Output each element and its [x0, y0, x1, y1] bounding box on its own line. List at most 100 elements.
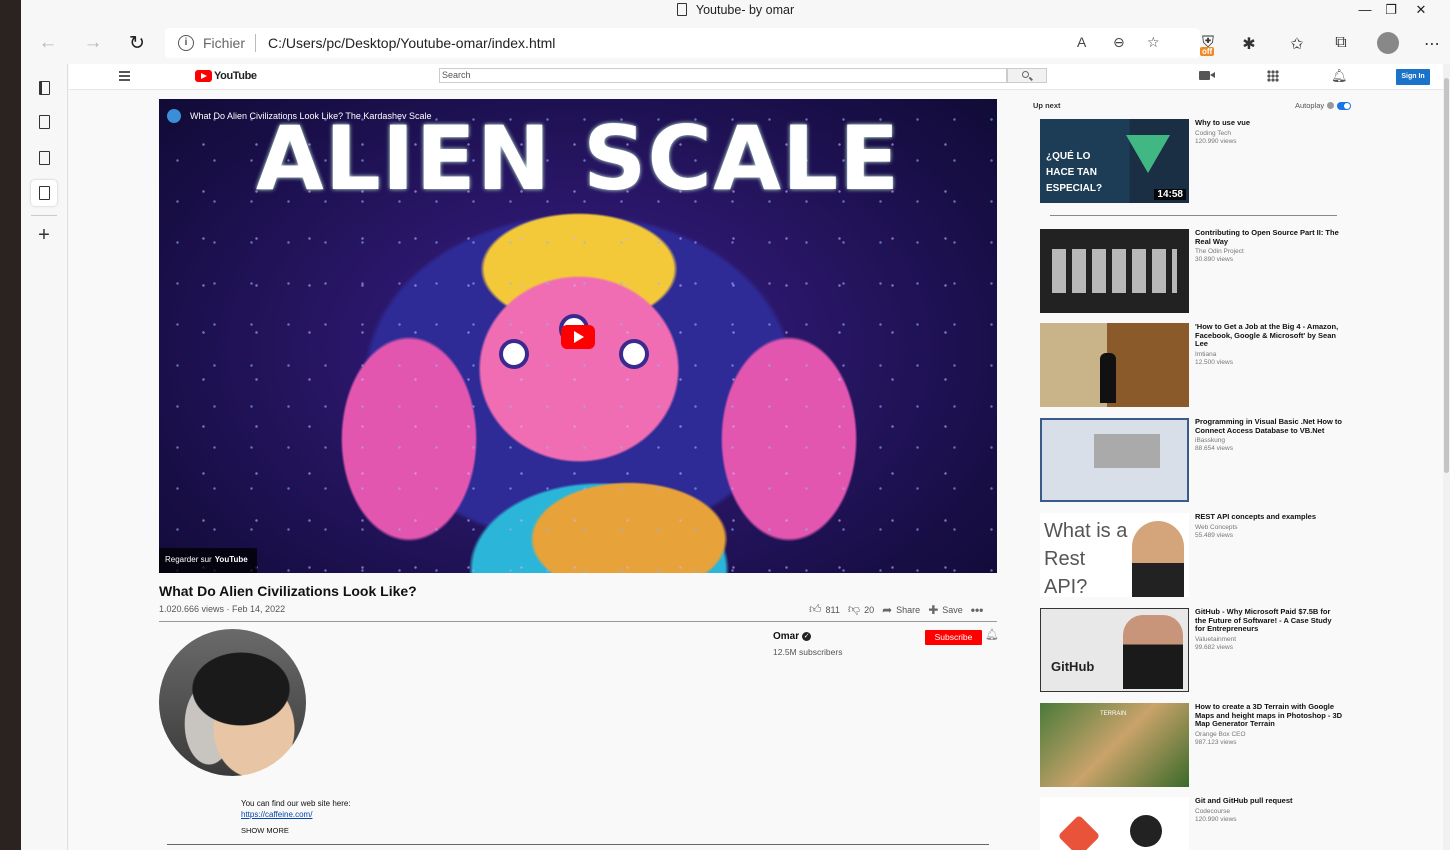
save-button[interactable]: ✚ Save — [928, 603, 963, 617]
thumbs-down-icon: 👎︎ — [847, 602, 861, 616]
recommendation-item[interactable]: 'How to Get a Job at the Big 4 - Amazon,… — [1040, 322, 1343, 409]
recommendation-views: 99.682 views — [1195, 643, 1233, 651]
sign-in-button[interactable]: Sign In — [1396, 69, 1430, 85]
scrollbar-thumb[interactable] — [1444, 78, 1449, 473]
browser-toolbar: ← → ↻ i Fichier C:/Users/pc/Desktop/Yout… — [21, 24, 1450, 64]
embed-title-text: What Do Alien Civilizations Look Like? T… — [190, 111, 432, 121]
git-logo-icon — [1057, 814, 1101, 850]
search-button[interactable] — [1007, 68, 1047, 83]
dislike-button[interactable]: 👎︎ 20 — [848, 602, 874, 617]
embed-title[interactable]: What Do Alien Civilizations Look Like? T… — [167, 109, 431, 123]
restore-button[interactable]: ❐ — [1383, 2, 1399, 18]
recommendation-item[interactable]: Git and GitHub pull request Codecourse 120… — [1040, 796, 1343, 850]
recommendation-thumbnail[interactable] — [1040, 418, 1189, 502]
watch-on-youtube-button[interactable]: Regarder sur YouTube — [159, 548, 257, 573]
forward-arrow-icon[interactable]: → — [82, 32, 104, 54]
thumbnail-text: TERRAIN — [1100, 711, 1127, 717]
up-next-label: Up next — [1033, 101, 1061, 110]
recommendation-title[interactable]: Programming in Visual Basic .Net How to … — [1195, 417, 1343, 435]
back-arrow-icon[interactable]: ← — [37, 32, 59, 54]
profile-avatar-icon[interactable] — [1377, 32, 1399, 54]
recommendation-thumbnail[interactable] — [1040, 323, 1189, 407]
recommendation-title[interactable]: GitHub - Why Microsoft Paid $7.5B for th… — [1195, 607, 1343, 634]
apps-grid-icon[interactable] — [1267, 70, 1279, 82]
recommendation-views: 12.500 views — [1195, 358, 1233, 366]
tab-page-active[interactable] — [31, 180, 57, 206]
recommendation-thumbnail[interactable]: What is a Rest API? — [1040, 513, 1189, 598]
title-bar: Youtube- by omar — ❐ ✕ — [21, 0, 1450, 22]
favorites-icon[interactable]: ✩ — [1286, 34, 1308, 54]
recommendation-thumbnail[interactable]: TERRAIN — [1040, 703, 1189, 787]
share-button[interactable]: ➦ Share — [882, 603, 920, 617]
collections-icon[interactable]: ⧉ — [1330, 34, 1352, 52]
like-button[interactable]: 👍︎ 811 — [809, 602, 840, 617]
tab-page-2[interactable] — [31, 145, 57, 171]
channel-avatar[interactable] — [159, 629, 306, 776]
recommendation-title[interactable]: How to create a 3D Terrain with Google M… — [1195, 702, 1343, 729]
page-scrollbar[interactable] — [1443, 64, 1450, 850]
read-aloud-icon[interactable]: A — [1077, 34, 1086, 50]
show-more-button[interactable]: SHOW MORE — [241, 826, 289, 835]
youtube-logo[interactable]: YouTube — [195, 70, 257, 82]
hamburger-menu-icon[interactable] — [119, 71, 130, 83]
info-icon[interactable]: i — [178, 35, 194, 51]
recommendation-title[interactable]: Git and GitHub pull request — [1195, 796, 1343, 806]
minimize-button[interactable]: — — [1357, 2, 1373, 17]
recommendation-thumbnail[interactable] — [1040, 229, 1189, 313]
recommendation-channel: The Odin Project — [1195, 248, 1244, 255]
video-title: What Do Alien Civilizations Look Like? — [159, 583, 417, 599]
github-octocat-icon — [1130, 815, 1162, 847]
info-icon[interactable] — [1327, 102, 1335, 109]
channel-name[interactable]: Omar ✓ — [773, 631, 812, 642]
like-count: 811 — [825, 604, 840, 615]
vue-logo-icon — [1126, 135, 1170, 173]
close-button[interactable]: ✕ — [1413, 2, 1429, 18]
search-icon — [1022, 71, 1029, 78]
search-input[interactable]: Search — [439, 68, 1007, 83]
recommendation-title[interactable]: REST API concepts and examples — [1195, 512, 1343, 522]
subscribe-button[interactable]: Subscribe — [925, 630, 982, 645]
address-bar[interactable]: i Fichier C:/Users/pc/Desktop/Youtube-om… — [165, 28, 1200, 58]
thumbnail-text: ¿QUÉ LO HACE TAN ESPECIAL? — [1046, 151, 1103, 194]
add-favorite-icon[interactable]: ☆ — [1147, 34, 1160, 51]
recommendation-item[interactable]: Contributing to Open Source Part II: The… — [1040, 228, 1343, 315]
watch-on-brand: YouTube — [214, 555, 248, 564]
tab-actions-icon[interactable] — [31, 75, 57, 101]
zoom-out-icon[interactable]: ⊖ — [1113, 34, 1125, 51]
refresh-icon[interactable]: ↻ — [126, 32, 148, 54]
watch-on-prefix: Regarder sur — [165, 555, 212, 564]
new-tab-plus-icon[interactable]: + — [31, 222, 57, 248]
recommendation-views: 30.890 views — [1195, 256, 1233, 263]
video-description: You can find our web site here: https://… — [241, 798, 351, 820]
recommendation-thumbnail[interactable] — [1040, 797, 1189, 850]
recommendation-item[interactable]: GitHub GitHub - Why Microsoft Paid $7.5B… — [1040, 607, 1343, 694]
recommendation-title[interactable]: Why to use vue — [1195, 118, 1343, 128]
recommendation-item[interactable]: ¿QUÉ LO HACE TAN ESPECIAL? 14:58 Why to … — [1040, 118, 1343, 205]
recommendation-channel: Coding Tech — [1195, 129, 1232, 137]
notifications-bell-icon[interactable]: 🔔︎ — [1331, 68, 1348, 84]
video-player[interactable]: ALIEN SCALE What Do Alien Civilizations … — [159, 99, 997, 573]
tab-page-1[interactable] — [31, 109, 57, 135]
recommendation-item[interactable]: Programming in Visual Basic .Net How to … — [1040, 417, 1343, 504]
address-url[interactable]: C:/Users/pc/Desktop/Youtube-omar/index.h… — [268, 35, 555, 51]
recommendation-item[interactable]: TERRAIN How to create a 3D Terrain with … — [1040, 702, 1343, 789]
vertical-tab-bar: + — [21, 64, 68, 850]
recommendation-item[interactable]: What is a Rest API? REST API concepts an… — [1040, 512, 1343, 599]
window-title-text: Youtube- by omar — [695, 3, 795, 17]
recommendation-thumbnail[interactable]: GitHub — [1040, 608, 1189, 692]
more-actions-icon[interactable]: ••• — [971, 603, 988, 617]
recommendation-thumbnail[interactable]: ¿QUÉ LO HACE TAN ESPECIAL? 14:58 — [1040, 119, 1189, 203]
play-button-icon[interactable] — [561, 325, 595, 349]
recommendation-title[interactable]: Contributing to Open Source Part II: The… — [1195, 228, 1343, 246]
autoplay-toggle[interactable] — [1337, 101, 1352, 110]
video-meta: 1.020.666 views · Feb 14, 2022 — [159, 604, 286, 614]
extensions-puzzle-icon[interactable]: ✱ — [1238, 34, 1260, 54]
more-menu-icon[interactable]: ⋯ — [1421, 34, 1443, 54]
recommendation-title[interactable]: 'How to Get a Job at the Big 4 - Amazon,… — [1195, 322, 1343, 349]
youtube-play-icon — [195, 70, 212, 82]
create-video-icon[interactable] — [1199, 71, 1215, 80]
description-link[interactable]: https://caffeine.com/ — [241, 809, 351, 820]
duration-badge: 14:58 — [1154, 189, 1186, 200]
recommendation-views: 120.990 views — [1195, 137, 1237, 145]
subscribe-bell-icon[interactable]: 🔔︎ — [985, 628, 999, 641]
